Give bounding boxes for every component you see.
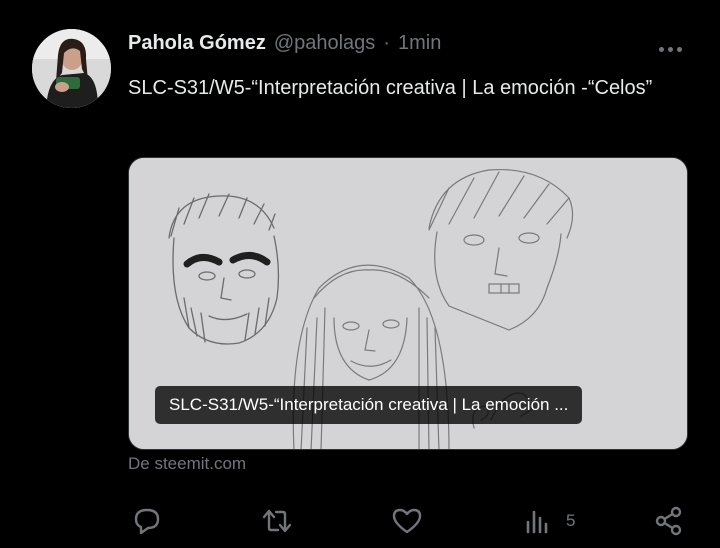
retweet-button[interactable]: [260, 504, 294, 538]
share-icon: [655, 506, 682, 536]
share-button[interactable]: [652, 504, 686, 538]
views-count: 5: [566, 511, 576, 530]
link-card[interactable]: SLC-S31/W5-“Interpretación creativa | La…: [128, 157, 688, 450]
action-bar: 5: [0, 500, 720, 544]
views-button[interactable]: 5: [522, 504, 575, 538]
heart-icon: [392, 508, 422, 534]
avatar-image: [32, 29, 111, 108]
reply-icon: [134, 508, 160, 535]
more-options-button[interactable]: [652, 38, 688, 60]
retweet-icon: [262, 509, 292, 533]
separator-dot: ·: [383, 31, 390, 54]
avatar[interactable]: [32, 29, 111, 108]
reply-button[interactable]: [130, 504, 164, 538]
tweet-text: SLC-S31/W5-“Interpretación creativa | La…: [128, 77, 653, 99]
card-caption: SLC-S31/W5-“Interpretación creativa | La…: [155, 386, 583, 424]
author-handle[interactable]: @paholags: [274, 32, 375, 55]
author-name[interactable]: Pahola Gómez: [128, 32, 266, 55]
card-source[interactable]: De steemit.com: [128, 454, 246, 474]
views-icon: [526, 510, 548, 534]
tweet-header: Pahola Gómez @paholags · 1min: [128, 30, 441, 56]
like-button[interactable]: [390, 504, 424, 538]
timestamp[interactable]: 1min: [398, 32, 441, 55]
more-icon: [658, 46, 664, 52]
